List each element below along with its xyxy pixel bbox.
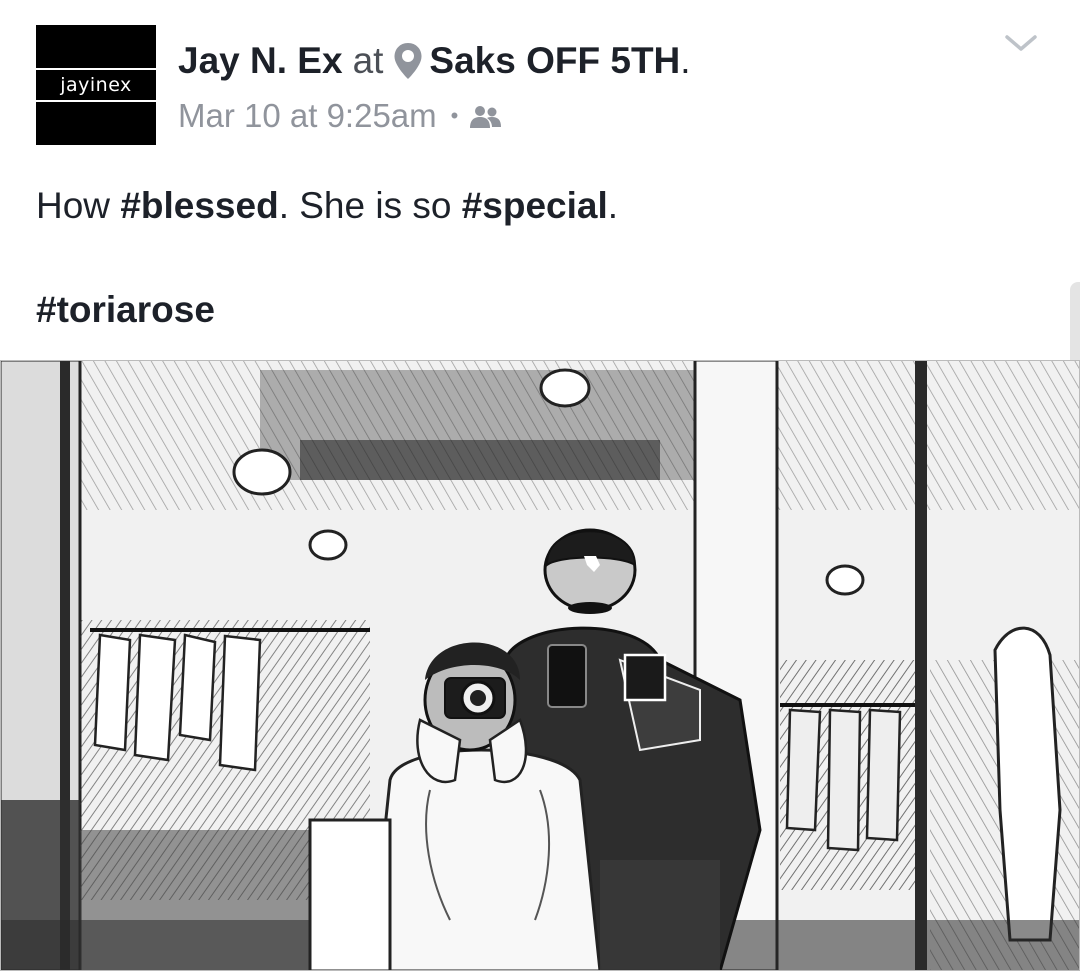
location-pin-icon (393, 42, 423, 80)
text-fragment: How (36, 185, 121, 226)
avatar-logo-text: jayinex (60, 74, 132, 96)
at-word: at (352, 40, 384, 81)
avatar[interactable]: jayinex (36, 25, 156, 145)
post-text-line-3: #toriarose (36, 284, 1036, 336)
hashtag-blessed[interactable]: #blessed (120, 185, 278, 226)
place-name-link[interactable]: Saks OFF 5TH (429, 40, 680, 82)
friends-icon[interactable] (468, 102, 504, 130)
title-period: . (680, 40, 691, 81)
author-name-link[interactable]: Jay N. Ex (178, 40, 343, 82)
post-photo[interactable] (0, 360, 1080, 971)
text-fragment: . (607, 185, 619, 226)
meta-separator: • (450, 103, 459, 128)
post-menu-button[interactable] (996, 25, 1046, 61)
post-title-line: Jay N. Ex at Saks OFF 5TH . (178, 36, 691, 86)
post-header: jayinex Jay N. Ex at Saks OFF 5TH . Mar … (0, 0, 1080, 160)
post-message: How #blessed. She is so #special. #toria… (36, 180, 1036, 336)
photo-sketch (0, 360, 1080, 971)
hashtag-toriarose[interactable]: #toriarose (36, 289, 215, 330)
text-fragment: . She is so (278, 185, 462, 226)
post-timestamp[interactable]: Mar 10 at 9:25am (178, 97, 437, 135)
avatar-logo: jayinex (36, 68, 156, 102)
post-meta-line: Mar 10 at 9:25am • (178, 94, 504, 138)
scroll-indicator (1070, 282, 1080, 372)
chevron-down-icon (1005, 35, 1037, 51)
post-text-line-1: How #blessed. She is so #special. (36, 180, 1036, 232)
hashtag-special[interactable]: #special (462, 185, 608, 226)
